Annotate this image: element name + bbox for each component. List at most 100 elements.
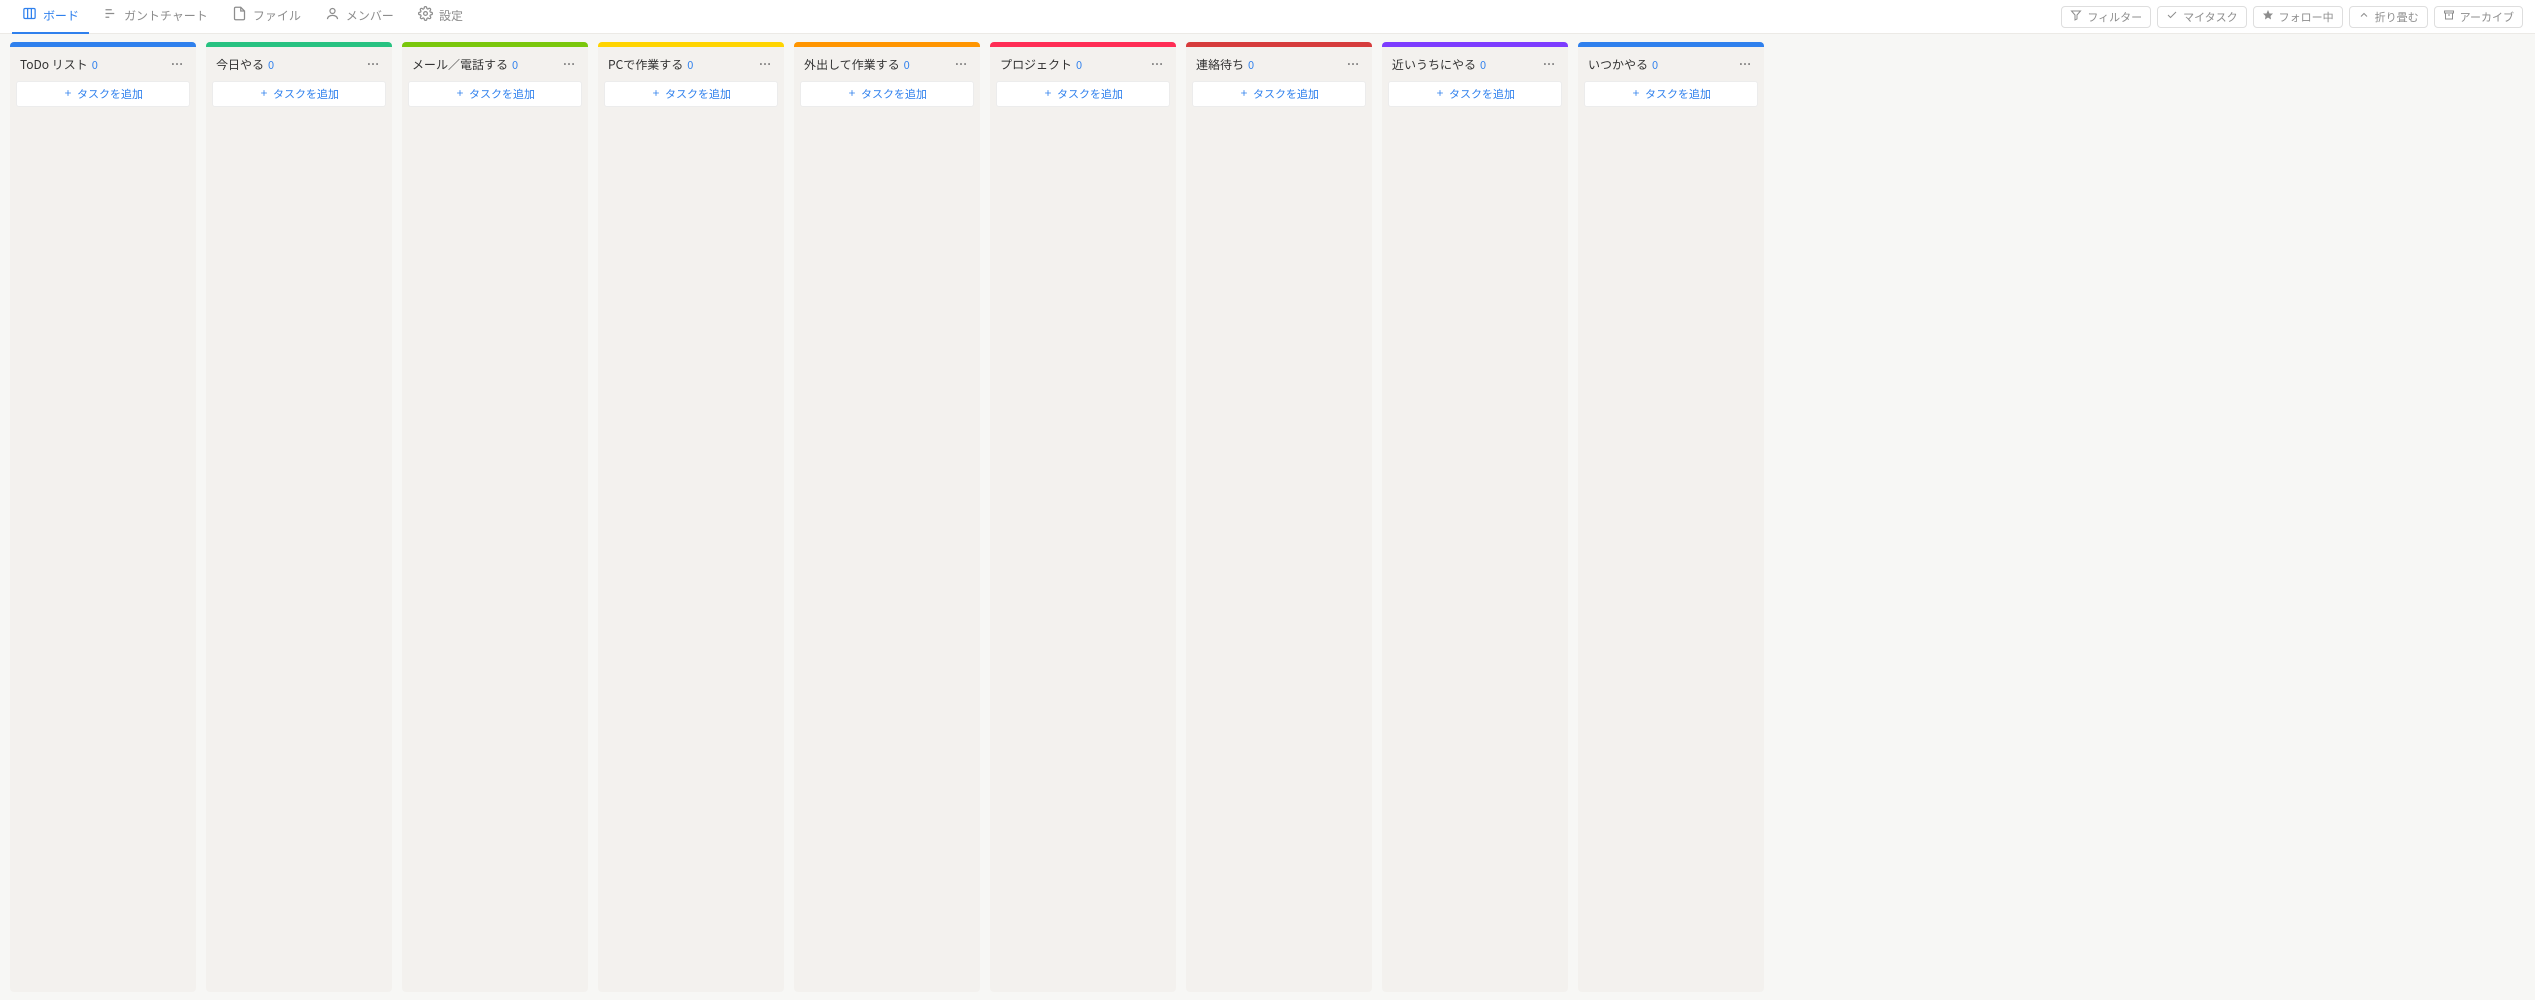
column-menu-button[interactable] xyxy=(168,55,186,73)
column-count: 0 xyxy=(512,57,518,73)
column-body: タスクを追加 xyxy=(206,81,392,992)
board-column: PCで作業する 0 タスクを追加 xyxy=(598,42,784,992)
column-menu-button[interactable] xyxy=(1148,55,1166,73)
archive-button[interactable]: アーカイブ xyxy=(2434,6,2523,28)
board-column: プロジェクト 0 タスクを追加 xyxy=(990,42,1176,992)
plus-icon xyxy=(455,86,465,102)
add-task-button[interactable]: タスクを追加 xyxy=(1584,81,1758,107)
column-count: 0 xyxy=(1248,57,1254,73)
column-title: 今日やる xyxy=(216,56,264,73)
plus-icon xyxy=(1631,86,1641,102)
column-count: 0 xyxy=(1480,57,1486,73)
board-column: 連絡待ち 0 タスクを追加 xyxy=(1186,42,1372,992)
add-task-button[interactable]: タスクを追加 xyxy=(16,81,190,107)
button-label: アーカイブ xyxy=(2460,9,2514,25)
column-body: タスクを追加 xyxy=(598,81,784,992)
add-task-label: タスクを追加 xyxy=(1057,86,1123,102)
board-icon xyxy=(22,6,37,25)
column-title: 近いうちにやる xyxy=(1392,56,1476,73)
tab-board[interactable]: ボード xyxy=(12,0,89,34)
column-menu-button[interactable] xyxy=(364,55,382,73)
board-column: 外出して作業する 0 タスクを追加 xyxy=(794,42,980,992)
column-menu-button[interactable] xyxy=(1540,55,1558,73)
add-task-label: タスクを追加 xyxy=(665,86,731,102)
column-title: ToDo リスト xyxy=(20,56,88,73)
column-title: プロジェクト xyxy=(1000,56,1072,73)
plus-icon xyxy=(1435,86,1445,102)
column-body: タスクを追加 xyxy=(794,81,980,992)
column-title: 外出して作業する xyxy=(804,56,900,73)
board-column: メール／電話する 0 タスクを追加 xyxy=(402,42,588,992)
filter-button[interactable]: フィルター xyxy=(2061,6,2151,28)
column-header: 近いうちにやる 0 xyxy=(1382,47,1568,81)
column-header: メール／電話する 0 xyxy=(402,47,588,81)
column-header: ToDo リスト 0 xyxy=(10,47,196,81)
following-button[interactable]: フォロー中 xyxy=(2253,6,2343,28)
archive-icon xyxy=(2443,9,2455,24)
add-task-label: タスクを追加 xyxy=(1645,86,1711,102)
chevron-up-icon xyxy=(2358,9,2370,24)
column-menu-button[interactable] xyxy=(756,55,774,73)
tab-gantt[interactable]: ガントチャート xyxy=(93,0,218,34)
tab-members[interactable]: メンバー xyxy=(315,0,404,34)
button-label: フィルター xyxy=(2087,9,2142,25)
check-icon xyxy=(2166,9,2178,24)
plus-icon xyxy=(651,86,661,102)
add-task-label: タスクを追加 xyxy=(273,86,339,102)
file-icon xyxy=(232,6,247,25)
tab-label: ボード xyxy=(43,7,79,24)
column-menu-button[interactable] xyxy=(1736,55,1754,73)
add-task-label: タスクを追加 xyxy=(861,86,927,102)
plus-icon xyxy=(1043,86,1053,102)
tab-label: メンバー xyxy=(346,7,394,24)
filter-icon xyxy=(2070,9,2082,24)
collapse-button[interactable]: 折り畳む xyxy=(2349,6,2428,28)
plus-icon xyxy=(63,86,73,102)
button-label: 折り畳む xyxy=(2375,9,2419,25)
board-column: 近いうちにやる 0 タスクを追加 xyxy=(1382,42,1568,992)
add-task-button[interactable]: タスクを追加 xyxy=(800,81,974,107)
column-count: 0 xyxy=(1652,57,1658,73)
column-body: タスクを追加 xyxy=(990,81,1176,992)
my-task-button[interactable]: マイタスク xyxy=(2157,6,2247,28)
gantt-icon xyxy=(103,6,118,25)
column-count: 0 xyxy=(92,57,98,73)
add-task-button[interactable]: タスクを追加 xyxy=(212,81,386,107)
tab-files[interactable]: ファイル xyxy=(222,0,311,34)
column-header: 外出して作業する 0 xyxy=(794,47,980,81)
board-column: いつかやる 0 タスクを追加 xyxy=(1578,42,1764,992)
column-header: 今日やる 0 xyxy=(206,47,392,81)
column-header: いつかやる 0 xyxy=(1578,47,1764,81)
add-task-label: タスクを追加 xyxy=(1449,86,1515,102)
column-body: タスクを追加 xyxy=(402,81,588,992)
plus-icon xyxy=(1239,86,1249,102)
members-icon xyxy=(325,6,340,25)
column-count: 0 xyxy=(687,57,693,73)
toolbar: フィルター マイタスク フォロー中 折り畳む アーカイブ xyxy=(2061,6,2523,28)
column-menu-button[interactable] xyxy=(1344,55,1362,73)
column-title: メール／電話する xyxy=(412,56,508,73)
column-title: 連絡待ち xyxy=(1196,56,1244,73)
tab-settings[interactable]: 設定 xyxy=(408,0,473,34)
gear-icon xyxy=(418,6,433,25)
column-menu-button[interactable] xyxy=(560,55,578,73)
column-header: プロジェクト 0 xyxy=(990,47,1176,81)
column-menu-button[interactable] xyxy=(952,55,970,73)
add-task-label: タスクを追加 xyxy=(1253,86,1319,102)
add-task-label: タスクを追加 xyxy=(77,86,143,102)
plus-icon xyxy=(259,86,269,102)
add-task-button[interactable]: タスクを追加 xyxy=(1388,81,1562,107)
add-task-button[interactable]: タスクを追加 xyxy=(1192,81,1366,107)
add-task-button[interactable]: タスクを追加 xyxy=(604,81,778,107)
button-label: マイタスク xyxy=(2183,9,2238,25)
column-body: タスクを追加 xyxy=(1578,81,1764,992)
column-title: PCで作業する xyxy=(608,56,683,73)
tab-label: 設定 xyxy=(439,7,463,24)
board-column: 今日やる 0 タスクを追加 xyxy=(206,42,392,992)
column-count: 0 xyxy=(268,57,274,73)
add-task-button[interactable]: タスクを追加 xyxy=(996,81,1170,107)
topbar: ボード ガントチャート ファイル xyxy=(0,0,2535,34)
nav-tabs: ボード ガントチャート ファイル xyxy=(12,0,473,34)
add-task-button[interactable]: タスクを追加 xyxy=(408,81,582,107)
column-header: 連絡待ち 0 xyxy=(1186,47,1372,81)
